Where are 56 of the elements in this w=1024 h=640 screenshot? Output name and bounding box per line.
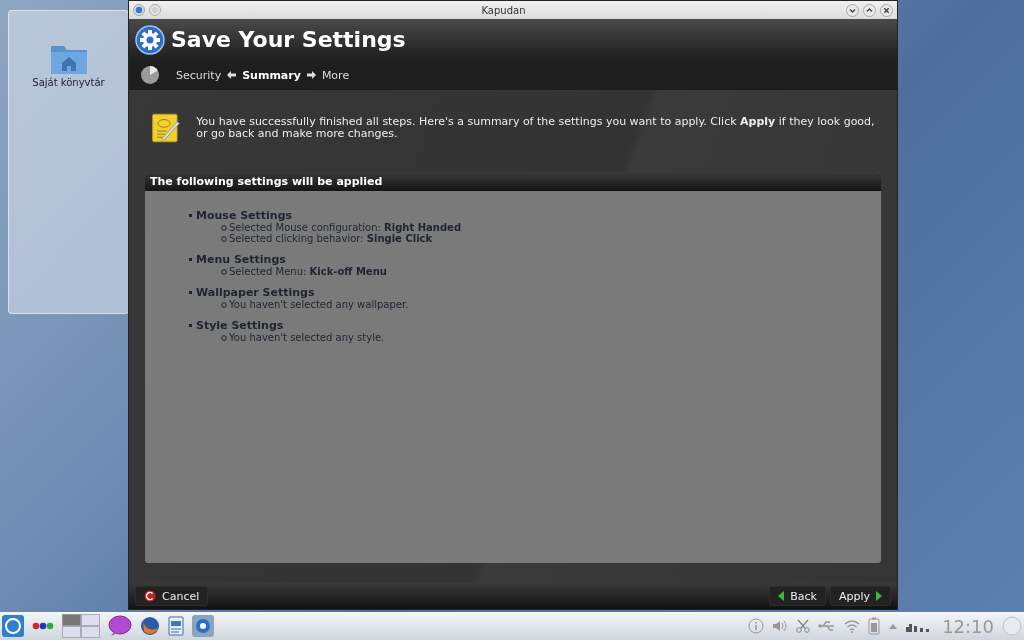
circle-bullet-icon [221, 334, 227, 341]
minimize-icon[interactable] [846, 3, 859, 17]
home-folder-icon[interactable] [49, 43, 88, 75]
intro-text: You have successfully finished all steps. Here's a summary of the settings you want to apply. Click Apply if they look good, or go back and make more changes. [196, 116, 875, 140]
browser-icon[interactable] [140, 616, 160, 636]
setting-text: Selected Mouse configuration: Right Handed [229, 222, 462, 233]
progress-pie-icon [140, 65, 160, 85]
maximize-icon[interactable] [863, 3, 876, 17]
step-label: Summary [242, 68, 301, 82]
pin-icon[interactable] [149, 4, 161, 16]
window-title: Kapudan [480, 4, 527, 16]
section-heading: Style Settings [196, 319, 284, 332]
setting-text: Selected Menu: Kick-off Menu [229, 266, 387, 277]
bullet-icon [189, 324, 192, 327]
speaker-icon[interactable] [772, 619, 789, 633]
left-arrow-icon [778, 591, 785, 601]
wifi-icon[interactable] [844, 619, 861, 633]
bullet-icon [189, 291, 192, 294]
settings-icon[interactable] [192, 615, 214, 637]
circle-bullet-icon [221, 301, 227, 308]
app-menu-icon[interactable] [133, 4, 145, 16]
pager-icon[interactable] [62, 614, 100, 638]
setting-text: You haven't selected any style. [229, 332, 385, 343]
section-heading: Mouse Settings [196, 209, 293, 222]
document-icon[interactable] [168, 616, 184, 636]
cancel-button[interactable]: Cancel [135, 586, 209, 606]
gear-icon [135, 24, 165, 55]
setting-text: You haven't selected any wallpaper. [229, 299, 409, 310]
page-title: Save Your Settings [171, 27, 406, 52]
usb-icon[interactable] [818, 620, 837, 632]
apply-button[interactable]: Apply [829, 586, 891, 606]
setting-text: Selected clicking behavior: Single Click [229, 233, 433, 244]
bullet-icon [189, 214, 192, 217]
section-heading: Menu Settings [196, 253, 286, 266]
right-arrow-icon [306, 71, 316, 79]
circle-bullet-icon [221, 268, 227, 275]
step-label: Security [176, 68, 222, 82]
left-arrow-icon [227, 71, 237, 79]
scissors-icon[interactable] [796, 619, 811, 633]
bullet-icon [189, 258, 192, 261]
circle-bullet-icon [221, 235, 227, 242]
close-icon[interactable] [880, 3, 893, 17]
circle-bullet-icon [221, 224, 227, 231]
folder-label[interactable]: Saját könyvtár [32, 77, 105, 88]
step-label: More [321, 68, 350, 82]
activities-icon[interactable] [32, 622, 54, 630]
right-arrow-icon [876, 591, 882, 601]
launcher-icon[interactable] [2, 615, 24, 637]
stop-icon [144, 590, 156, 602]
panel-title: The following settings will be applied [145, 172, 881, 191]
section-heading: Wallpaper Settings [196, 286, 315, 299]
info-icon[interactable] [748, 618, 765, 634]
expand-tray-icon[interactable] [888, 622, 899, 630]
chat-bubble-icon[interactable] [108, 615, 132, 637]
battery-icon[interactable] [868, 617, 881, 635]
back-button[interactable]: Back [769, 586, 826, 606]
